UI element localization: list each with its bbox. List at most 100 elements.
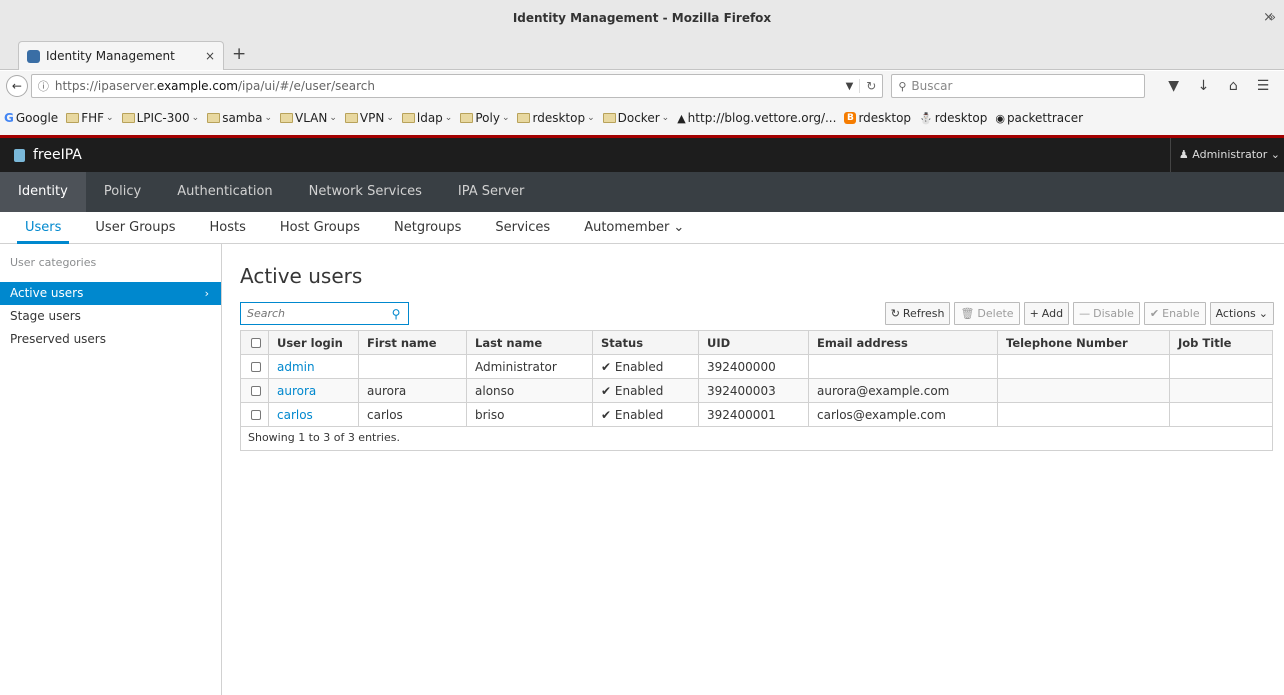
site-info-icon[interactable]: ⓘ	[38, 78, 49, 94]
bookmark-label: VLAN	[295, 111, 328, 125]
bookmark-item[interactable]: ldap ⌄	[401, 111, 452, 125]
tab-close-button[interactable]: ×	[205, 49, 215, 63]
actions-dropdown[interactable]: Actions ⌄	[1209, 302, 1274, 325]
menu-icon[interactable]: ☰	[1248, 78, 1278, 94]
url-dropdown-icon[interactable]: ▼	[846, 81, 854, 92]
chevron-down-icon: ⌄	[587, 113, 595, 123]
bookmark-item[interactable]: ▲ http://blog.vettore.org/...	[677, 111, 836, 125]
bookmark-item[interactable]: ⛄ rdesktop	[919, 111, 987, 125]
chevron-down-icon: ⌄	[669, 220, 685, 235]
primary-nav-item-identity[interactable]: Identity	[0, 172, 86, 212]
primary-nav-item-authentication[interactable]: Authentication	[159, 172, 290, 212]
bookmark-item[interactable]: samba ⌄	[207, 111, 272, 125]
new-tab-button[interactable]: +	[232, 44, 246, 64]
select-all-checkbox[interactable]	[251, 338, 261, 348]
cell-job	[1169, 354, 1273, 379]
column-header[interactable]: User login	[268, 330, 359, 355]
bookmark-label: VPN	[359, 111, 385, 125]
cell-uid: 392400003	[698, 378, 809, 403]
row-checkbox[interactable]	[251, 410, 261, 420]
action-buttons: ↻ Refresh 🗑 Delete + Add — Disable ✔ Enable A…	[881, 302, 1274, 325]
bookmark-item[interactable]: Brdesktop	[844, 111, 911, 125]
downloads-icon[interactable]: ↓	[1189, 78, 1219, 94]
minus-icon: —	[1079, 307, 1091, 320]
bookmark-item[interactable]: ◉ packettracer	[995, 111, 1083, 125]
browser-tab[interactable]: Identity Management ×	[18, 41, 224, 70]
bookmark-item[interactable]: rdesktop ⌄	[517, 111, 595, 125]
column-header[interactable]: Email address	[808, 330, 998, 355]
add-button[interactable]: + Add	[1023, 302, 1070, 325]
cell-email: carlos@example.com	[808, 402, 998, 427]
cell-last: Administrator	[466, 354, 593, 379]
cell-first: carlos	[358, 402, 467, 427]
tab-hosts[interactable]: Hosts	[193, 212, 263, 244]
tab-users[interactable]: Users	[17, 212, 70, 244]
cell-job	[1169, 378, 1273, 403]
browser-search-placeholder: Buscar	[911, 79, 953, 93]
primary-nav-item-network-services[interactable]: Network Services	[291, 172, 440, 212]
search-input[interactable]	[241, 303, 384, 324]
blogger-icon: B	[844, 112, 857, 124]
cell-login[interactable]: aurora	[268, 378, 359, 403]
disable-button[interactable]: — Disable	[1073, 302, 1140, 325]
freeipa-logo-icon	[14, 148, 25, 162]
cell-uid: 392400000	[698, 354, 809, 379]
globe-icon: ◉	[995, 111, 1005, 125]
bookmark-item[interactable]: LPIC-300 ⌄	[121, 111, 199, 125]
pocket-icon[interactable]: ▼	[1159, 78, 1189, 94]
bookmark-item[interactable]: G Google	[4, 111, 58, 125]
tab-automember[interactable]: Automember ⌄	[567, 212, 701, 244]
tab-services[interactable]: Services	[478, 212, 567, 244]
column-header[interactable]: Telephone Number	[997, 330, 1170, 355]
user-menu[interactable]: ♟ Administrator ⌄	[1169, 138, 1284, 172]
url-bar[interactable]: ⓘ https://ipaserver.example.com/ipa/ui/#…	[30, 74, 884, 98]
tab-netgroups[interactable]: Netgroups	[377, 212, 478, 244]
cell-status: ✔ Enabled	[592, 354, 699, 379]
browser-search-input[interactable]: ⚲ Buscar	[891, 74, 1145, 98]
window-title: Identity Management - Mozilla Firefox	[512, 11, 772, 25]
column-header[interactable]: UID	[698, 330, 809, 355]
refresh-button[interactable]: ↻ Refresh	[884, 302, 951, 325]
folder-icon	[602, 113, 616, 123]
cell-login[interactable]: carlos	[268, 402, 359, 427]
reload-icon[interactable]: ↻	[859, 79, 876, 93]
sidebar-item-active-users[interactable]: Active users ›	[0, 282, 221, 305]
check-icon: ✔	[1149, 307, 1160, 320]
tab-label: Identity Management	[46, 49, 175, 63]
bookmarks-overflow-button[interactable]: »	[1269, 10, 1276, 24]
url-text: https://ipaserver.example.com/ipa/ui/#/e…	[54, 79, 375, 93]
search-icon[interactable]: ⚲	[384, 307, 408, 321]
tab-host-groups[interactable]: Host Groups	[263, 212, 377, 244]
row-checkbox[interactable]	[251, 386, 261, 396]
column-header[interactable]: Last name	[466, 330, 593, 355]
toolbar: ⚲ ↻Refresh 🗑Delete +Add —Disable ✔Enable…	[240, 302, 1274, 329]
sidebar-item-preserved-users[interactable]: Preserved users	[0, 328, 221, 351]
cell-email: aurora@example.com	[808, 378, 998, 403]
tab-user-groups[interactable]: User Groups	[78, 212, 192, 244]
table-footer: Showing 1 to 3 of 3 entries.	[240, 427, 1273, 451]
primary-nav-item-ipa-server[interactable]: IPA Server	[440, 172, 543, 212]
back-button[interactable]: ←	[6, 75, 28, 97]
table-row: admin Administrator ✔ Enabled 392400000	[240, 354, 1273, 379]
bookmark-item[interactable]: Docker ⌄	[602, 111, 669, 125]
window-titlebar: Identity Management - Mozilla Firefox ×	[0, 0, 1284, 38]
enable-button[interactable]: ✔ Enable	[1143, 302, 1206, 325]
brand[interactable]: freeIPA	[14, 147, 82, 163]
home-icon[interactable]: ⌂	[1218, 78, 1248, 94]
column-header[interactable]: Status	[592, 330, 699, 355]
bookmark-item[interactable]: FHF ⌄	[66, 111, 114, 125]
users-table: User login First name Last name Status U…	[240, 330, 1273, 427]
tab-strip: Identity Management × +	[0, 38, 1284, 70]
bookmark-item[interactable]: VLAN ⌄	[280, 111, 337, 125]
bookmark-label: FHF	[81, 111, 105, 125]
column-header[interactable]: First name	[358, 330, 467, 355]
cell-status: ✔ Enabled	[592, 378, 699, 403]
row-checkbox[interactable]	[251, 362, 261, 372]
column-header[interactable]: Job Title	[1169, 330, 1273, 355]
bookmark-item[interactable]: Poly ⌄	[460, 111, 509, 125]
bookmark-item[interactable]: VPN ⌄	[344, 111, 394, 125]
primary-nav-item-policy[interactable]: Policy	[86, 172, 159, 212]
cell-login[interactable]: admin	[268, 354, 359, 379]
sidebar-item-stage-users[interactable]: Stage users	[0, 305, 221, 328]
delete-button[interactable]: 🗑 Delete	[954, 302, 1020, 325]
